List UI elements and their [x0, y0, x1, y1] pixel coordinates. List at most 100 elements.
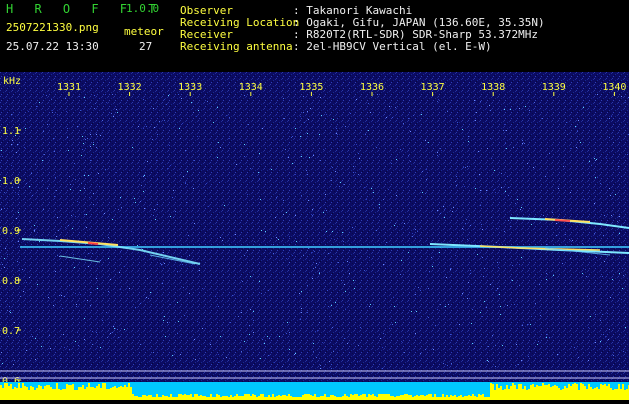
noise-speck [84, 214, 85, 215]
power-bar [90, 387, 92, 400]
noise-speck [90, 292, 91, 293]
noise-speck [288, 359, 289, 360]
power-bar [378, 394, 380, 400]
power-bar [308, 394, 310, 400]
power-bar [120, 386, 122, 400]
power-bar [80, 387, 82, 400]
noise-speck [316, 357, 317, 358]
noise-speck [347, 343, 348, 344]
noise-speck [356, 99, 357, 100]
noise-speck [556, 235, 557, 236]
power-bar [568, 384, 570, 400]
power-bar [78, 387, 80, 400]
noise-speck [447, 365, 448, 366]
noise-speck [562, 263, 563, 264]
noise-speck [606, 162, 607, 163]
noise-speck [157, 134, 158, 135]
noise-speck [426, 179, 427, 180]
noise-speck [120, 197, 121, 198]
noise-speck [456, 176, 457, 177]
noise-speck [18, 187, 19, 188]
noise-speck [495, 366, 496, 367]
noise-speck [177, 134, 178, 135]
noise-speck [463, 229, 464, 230]
noise-speck [413, 115, 414, 116]
noise-speck [421, 114, 422, 115]
power-bar [574, 383, 576, 400]
noise-speck [303, 96, 304, 97]
noise-speck [100, 135, 101, 136]
power-bar [424, 396, 426, 400]
power-bar [150, 395, 152, 400]
power-bar [450, 395, 452, 400]
noise-speck [393, 297, 394, 298]
noise-speck [570, 148, 571, 149]
noise-speck [329, 316, 330, 317]
noise-speck [65, 98, 66, 99]
noise-speck [400, 149, 401, 150]
noise-speck [477, 254, 478, 255]
noise-speck [37, 284, 38, 285]
noise-speck [65, 227, 66, 228]
noise-speck [500, 314, 501, 315]
noise-speck [423, 110, 424, 111]
noise-speck [415, 294, 416, 295]
noise-speck [241, 312, 242, 313]
noise-speck [97, 288, 98, 289]
power-bar [426, 395, 428, 400]
noise-speck [467, 166, 468, 167]
noise-speck [9, 306, 10, 307]
noise-speck [193, 112, 194, 113]
noise-speck [7, 310, 8, 311]
power-bar [86, 387, 88, 400]
noise-speck [82, 136, 83, 137]
noise-speck [408, 118, 409, 119]
noise-speck [507, 305, 508, 306]
noise-speck [114, 328, 115, 329]
noise-speck [108, 228, 109, 229]
noise-speck [75, 216, 76, 217]
power-bar [350, 394, 352, 400]
noise-speck [59, 256, 60, 257]
noise-speck [19, 270, 20, 271]
noise-speck [76, 304, 77, 305]
noise-speck [164, 263, 165, 264]
noise-speck [586, 276, 587, 277]
noise-speck [164, 316, 165, 317]
noise-speck [604, 215, 605, 216]
noise-speck [32, 336, 33, 337]
noise-speck [609, 118, 610, 119]
noise-speck [619, 233, 620, 234]
power-bar [522, 389, 524, 400]
noise-speck [76, 306, 77, 307]
noise-speck [152, 139, 153, 140]
noise-speck [400, 274, 401, 275]
noise-speck [595, 160, 596, 161]
noise-speck [453, 207, 454, 208]
datetime-label: 25.07.22 13:30 [6, 40, 99, 53]
noise-speck [26, 183, 27, 184]
noise-speck [17, 261, 18, 262]
noise-speck [229, 138, 230, 139]
noise-speck [132, 147, 133, 148]
noise-speck [194, 339, 195, 340]
power-bar [272, 394, 274, 400]
noise-speck [600, 341, 601, 342]
y-unit-label: kHz [3, 76, 21, 87]
noise-speck [466, 219, 467, 220]
noise-speck [69, 176, 70, 177]
noise-speck [303, 112, 304, 113]
noise-speck [579, 140, 580, 141]
noise-speck [558, 188, 559, 189]
noise-speck [309, 157, 310, 158]
noise-speck [352, 227, 353, 228]
noise-speck [278, 239, 279, 240]
power-bar [610, 388, 612, 400]
noise-speck [452, 211, 453, 212]
noise-speck [311, 252, 312, 253]
noise-speck [343, 241, 344, 242]
noise-speck [609, 137, 610, 138]
noise-speck [207, 101, 208, 102]
power-bar [418, 396, 420, 400]
power-bar [558, 388, 560, 400]
